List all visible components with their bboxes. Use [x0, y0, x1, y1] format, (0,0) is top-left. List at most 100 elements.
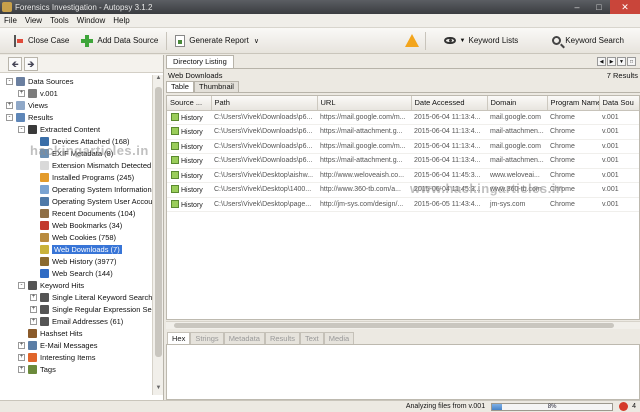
expand-icon[interactable]: +: [30, 293, 37, 301]
tree-node[interactable]: Web Cookies (758): [30, 231, 116, 243]
tab-right-icon[interactable]: ▶: [607, 57, 616, 66]
stop-ingest-icon[interactable]: [619, 402, 629, 411]
tree-node[interactable]: + Single Regular Expression Sea: [30, 303, 152, 315]
tab-menu-icon[interactable]: ▼: [617, 57, 626, 66]
add-data-source-button[interactable]: Add Data Source: [75, 31, 164, 51]
tree-node[interactable]: Web Bookmarks (34): [30, 219, 122, 231]
tree-node[interactable]: + v.001: [18, 87, 58, 99]
tab-strings[interactable]: Strings: [190, 332, 224, 344]
expand-icon[interactable]: +: [18, 365, 25, 373]
column-header[interactable]: Path: [211, 96, 318, 111]
scroll-up-icon[interactable]: ▲: [153, 75, 164, 85]
keyword-lists-button[interactable]: ▼ Keyword Lists: [438, 31, 525, 51]
tree-node[interactable]: Web Search (144): [30, 267, 113, 279]
cell-text: https://mail.google.com/m...: [320, 142, 406, 150]
column-header[interactable]: Program Name: [547, 96, 600, 111]
minimize-icon[interactable]: –: [566, 0, 588, 14]
tree-node[interactable]: Web History (3977): [30, 255, 116, 267]
tree-node[interactable]: + Email Addresses (61): [30, 315, 123, 327]
tree-node[interactable]: Web Downloads (7): [30, 243, 122, 255]
back-arrow-icon[interactable]: 🡸: [8, 56, 22, 71]
expand-icon[interactable]: +: [30, 317, 37, 325]
column-header[interactable]: Domain: [487, 96, 548, 111]
tree-node[interactable]: + Tags: [18, 363, 56, 375]
close-case-button[interactable]: Close Case: [8, 31, 75, 51]
tree-node[interactable]: - Results: [6, 111, 53, 123]
cell-text: History: [181, 172, 203, 180]
table-row[interactable]: History C:\Users\Vivek\Desktop\1400... htt…: [167, 182, 639, 198]
tab-directory-listing[interactable]: Directory Listing: [166, 55, 234, 68]
menu-view[interactable]: View: [21, 16, 46, 25]
collapse-icon[interactable]: -: [6, 113, 13, 121]
scroll-down-icon[interactable]: ▼: [153, 385, 164, 395]
tree-node[interactable]: EXIF Metadata (8): [30, 147, 113, 159]
cell-text: History: [181, 201, 203, 209]
warning-button[interactable]: [401, 31, 423, 51]
table-cell: v.001: [599, 110, 639, 125]
tree-node[interactable]: Installed Programs (245): [30, 171, 134, 183]
tree-node[interactable]: + Views: [6, 99, 48, 111]
menu-window[interactable]: Window: [73, 16, 109, 25]
table-row[interactable]: History C:\Users\Vivek\Downloads\p6... htt…: [167, 139, 639, 154]
expand-icon[interactable]: +: [18, 353, 25, 361]
column-header[interactable]: URL: [317, 96, 412, 111]
tree-node[interactable]: Hashset Hits: [18, 327, 83, 339]
ingest-progress-bar[interactable]: 8%: [491, 402, 614, 411]
table-row[interactable]: History C:\Users\Vivek\Downloads\p6... htt…: [167, 153, 639, 169]
window-close-icon[interactable]: ✕: [610, 0, 640, 14]
tree-node[interactable]: - Data Sources: [6, 75, 73, 87]
tree-node[interactable]: Devices Attached (168): [30, 135, 130, 147]
error-count[interactable]: 4: [632, 403, 636, 410]
maximize-panel-icon[interactable]: □: [627, 57, 636, 66]
cell-text: Chrome: [550, 142, 575, 150]
artifact-icon: [171, 170, 179, 179]
tree-node[interactable]: + Single Literal Keyword Search: [30, 291, 152, 303]
artifact-icon: [171, 156, 179, 165]
expand-icon[interactable]: +: [18, 89, 25, 97]
tree-scrollbar[interactable]: ▲ ▼: [152, 75, 163, 395]
tab-text[interactable]: Text: [299, 332, 324, 344]
column-header[interactable]: Source ...: [167, 96, 212, 111]
collapse-icon[interactable]: -: [18, 125, 25, 133]
tab-hex[interactable]: Hex: [167, 332, 191, 344]
scrollbar-thumb[interactable]: [174, 323, 614, 328]
expand-icon[interactable]: +: [6, 101, 13, 109]
tree-node[interactable]: Recent Documents (104): [30, 207, 135, 219]
tree-node[interactable]: Operating System User Account: [30, 195, 152, 207]
expand-icon[interactable]: +: [18, 341, 25, 349]
table-row[interactable]: History C:\Users\Vivek\Downloads\p6... htt…: [167, 124, 639, 140]
tree-node[interactable]: - Extracted Content: [18, 123, 100, 135]
tree-node[interactable]: + E-Mail Messages: [18, 339, 98, 351]
cell-text: mail.google.com: [490, 113, 541, 121]
menu-file[interactable]: File: [0, 16, 21, 25]
table-row[interactable]: History C:\Users\Vivek\Desktop\page... htt…: [167, 197, 639, 212]
forward-arrow-icon[interactable]: 🡺: [24, 56, 38, 71]
tab-results[interactable]: Results: [264, 332, 300, 344]
scrollbar-thumb[interactable]: [155, 87, 162, 357]
tab-left-icon[interactable]: ◀: [597, 57, 606, 66]
tree-node[interactable]: + Interesting Items: [18, 351, 95, 363]
table-cell: mail.google.com: [487, 110, 547, 125]
menu-tools[interactable]: Tools: [46, 16, 73, 25]
tab-thumbnail[interactable]: Thumbnail: [193, 81, 239, 92]
tab-metadata[interactable]: Metadata: [223, 332, 265, 344]
keyword-search-button[interactable]: Keyword Search: [546, 31, 630, 51]
tree-node[interactable]: - Keyword Hits: [18, 279, 84, 291]
collapse-icon[interactable]: -: [18, 281, 25, 289]
table-horizontal-scrollbar[interactable]: [166, 321, 640, 329]
table-row[interactable]: History C:\Users\Vivek\Downloads\p6... htt…: [167, 110, 639, 125]
generate-report-button[interactable]: Generate Report ∨: [169, 31, 265, 51]
maximize-icon[interactable]: □: [588, 0, 610, 14]
tab-table[interactable]: Table: [166, 81, 194, 92]
column-header[interactable]: Data Sou: [599, 96, 639, 111]
tab-media[interactable]: Media: [323, 332, 355, 344]
table-row[interactable]: History C:\Users\Vivek\Desktop\aishw... ht…: [167, 168, 639, 183]
expand-icon[interactable]: +: [30, 305, 37, 313]
tree-node[interactable]: Operating System Information: [30, 183, 152, 195]
collapse-icon[interactable]: -: [6, 77, 13, 85]
menu-help[interactable]: Help: [109, 16, 133, 25]
table-cell: v.001: [599, 182, 639, 198]
tree-node[interactable]: Extension Mismatch Detected: [30, 159, 151, 171]
column-header[interactable]: Date Accessed: [411, 96, 488, 111]
